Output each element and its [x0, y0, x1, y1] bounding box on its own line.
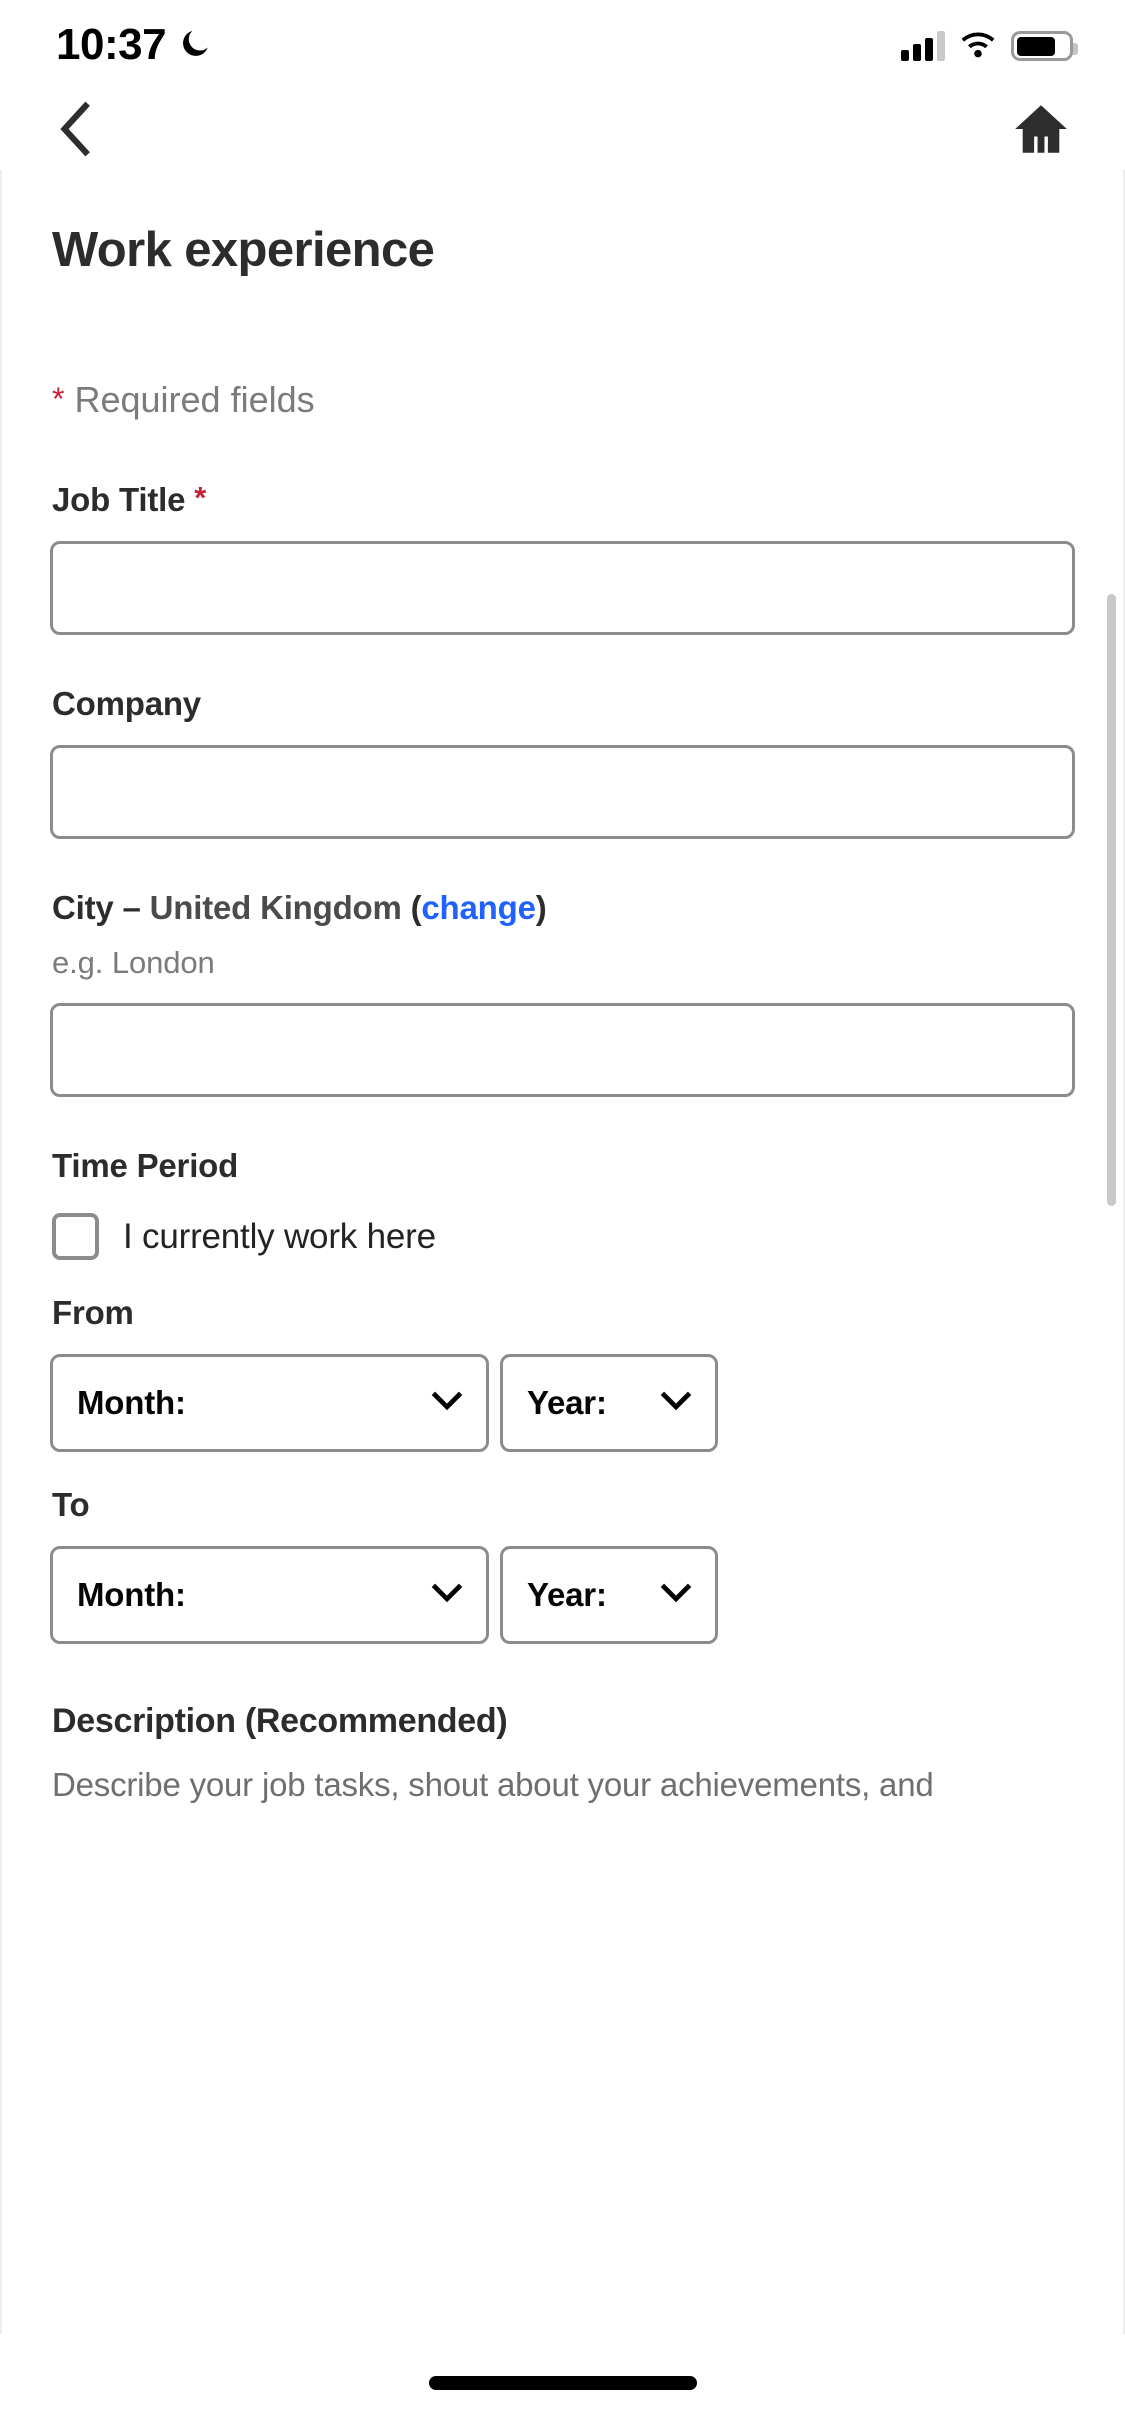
company-label: Company [52, 685, 201, 722]
wifi-icon [959, 29, 997, 64]
from-year-select[interactable]: Year: [500, 1354, 718, 1452]
city-paren-close: ) [535, 889, 547, 926]
chevron-down-icon [430, 1582, 464, 1609]
from-date-row: Month: Year: [50, 1354, 1075, 1452]
to-month-select[interactable]: Month: [50, 1546, 489, 1644]
to-month-value: Month: [77, 1576, 186, 1613]
form-content: Work experience * Required fields Job Ti… [2, 222, 1123, 1808]
job-title-label-text: Job Title [52, 481, 186, 518]
required-fields-note: * Required fields [50, 382, 1075, 418]
home-indicator[interactable] [428, 2376, 697, 2390]
status-time: 10:37 [56, 20, 167, 69]
chevron-down-icon [659, 1582, 693, 1609]
time-period-label: Time Period [52, 1147, 239, 1184]
company-input[interactable] [50, 745, 1075, 839]
description-title: Description (Recommended) [52, 1702, 508, 1740]
bottom-bar [0, 2334, 1125, 2436]
battery-icon [1011, 31, 1078, 61]
to-label: To [52, 1486, 90, 1523]
description-body: Describe your job tasks, shout about you… [52, 1766, 934, 1803]
to-date-row: Month: Year: [50, 1546, 1075, 1644]
required-fields-label: Required fields [74, 379, 315, 420]
city-country: United Kingdom [149, 889, 402, 926]
job-title-required-asterisk: * [194, 480, 207, 515]
city-input[interactable] [50, 1003, 1075, 1097]
city-label-text: City [52, 889, 114, 926]
required-asterisk: * [52, 381, 65, 417]
currently-work-here-checkbox[interactable] [52, 1213, 99, 1260]
chevron-down-icon [430, 1390, 464, 1417]
chevron-down-icon [659, 1390, 693, 1417]
back-button[interactable] [36, 92, 116, 170]
city-label-dash [114, 889, 123, 926]
home-icon [1013, 103, 1069, 160]
home-button[interactable] [1001, 92, 1081, 170]
currently-work-here-row[interactable]: I currently work here [50, 1213, 1075, 1260]
status-bar-left: 10:37 [56, 23, 212, 69]
status-bar: 10:37 [0, 0, 1125, 92]
city-change-link[interactable]: change [421, 889, 536, 926]
to-year-select[interactable]: Year: [500, 1546, 718, 1644]
currently-work-here-label: I currently work here [123, 1216, 436, 1256]
vertical-scrollbar[interactable] [1107, 594, 1116, 1206]
from-month-value: Month: [77, 1384, 186, 1421]
form-scroll-area[interactable]: Work experience * Required fields Job Ti… [0, 170, 1125, 2334]
from-label: From [52, 1294, 134, 1331]
from-year-value: Year: [527, 1384, 607, 1421]
city-hint: e.g. London [52, 945, 215, 980]
city-dash: – [122, 889, 141, 926]
crescent-moon-icon [178, 27, 212, 66]
page-title: Work experience [52, 223, 435, 277]
chevron-left-icon [53, 98, 99, 165]
city-paren-open: ( [410, 889, 422, 926]
job-title-label: Job Title * [50, 480, 1075, 519]
to-year-value: Year: [527, 1576, 607, 1613]
navigation-bar [0, 92, 1125, 170]
cellular-signal-icon [901, 31, 945, 61]
from-month-select[interactable]: Month: [50, 1354, 489, 1452]
job-title-input[interactable] [50, 541, 1075, 635]
city-label: City – United Kingdom (change) [50, 889, 1075, 927]
status-bar-right [901, 29, 1078, 64]
